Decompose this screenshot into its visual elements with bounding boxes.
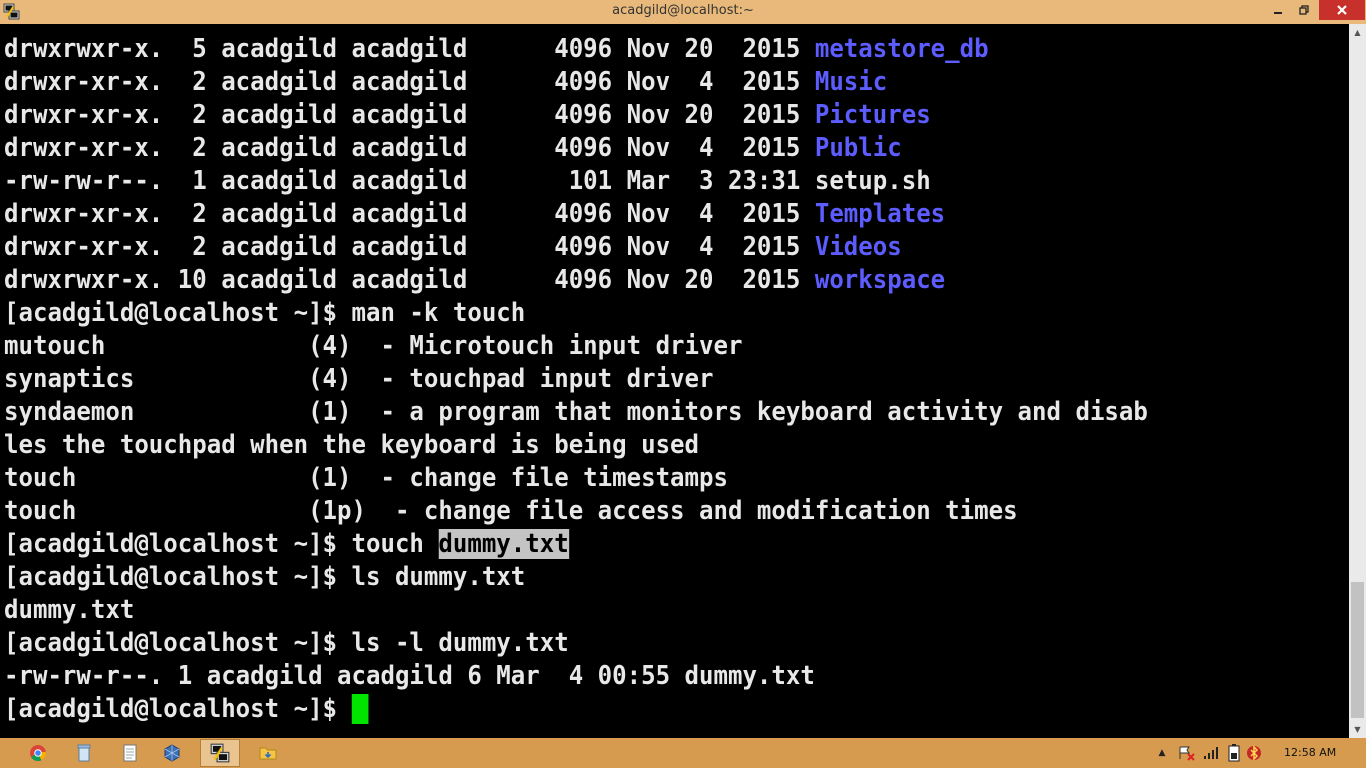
terminal-line: drwxrwxr-x. 5 acadgild acadgild 4096 Nov… xyxy=(4,33,989,66)
title-bar[interactable]: acadgild@localhost:~ xyxy=(0,0,1366,24)
notepad-icon xyxy=(123,744,137,762)
text-cursor[interactable] xyxy=(351,694,369,724)
terminal-line: drwxr-xr-x. 2 acadgild acadgild 4096 Nov… xyxy=(4,99,931,132)
bluetooth-icon[interactable] xyxy=(1246,744,1262,762)
close-icon xyxy=(1337,5,1347,15)
taskbar-putty[interactable] xyxy=(200,739,240,767)
network-signal-icon[interactable] xyxy=(1202,745,1220,761)
terminal-line: [acadgild@localhost ~]$ xyxy=(4,693,369,726)
terminal-line: mutouch (4) - Microtouch input driver xyxy=(4,330,742,363)
terminal-line-text: [acadgild@localhost ~]$ man -k touch xyxy=(4,298,526,328)
terminal-line-text: [acadgild@localhost ~]$ xyxy=(4,694,352,724)
terminal-line-text: touch (1) - change file timestamps xyxy=(4,463,728,493)
terminal-line-text: drwxr-xr-x. 2 acadgild acadgild 4096 Nov… xyxy=(4,232,815,262)
directory-name: Public xyxy=(814,133,902,163)
file-explorer-icon xyxy=(259,747,277,760)
taskbar-recycle-bin[interactable] xyxy=(64,739,104,767)
terminal-line-text: synaptics (4) - touchpad input driver xyxy=(4,364,714,394)
terminal-line: -rw-rw-r--. 1 acadgild acadgild 101 Mar … xyxy=(4,165,931,198)
terminal-line: touch (1p) - change file access and modi… xyxy=(4,495,1018,528)
system-clock[interactable]: 12:58 AM xyxy=(1284,746,1336,759)
terminal-line-text: drwxr-xr-x. 2 acadgild acadgild 4096 Nov… xyxy=(4,67,815,97)
chrome-icon xyxy=(30,745,47,761)
terminal-line-text: [acadgild@localhost ~]$ touch xyxy=(4,529,439,559)
terminal-line: [acadgild@localhost ~]$ touch dummy.txt xyxy=(4,528,569,561)
terminal-line-text: syndaemon (1) - a program that monitors … xyxy=(4,397,1148,427)
directory-name: workspace xyxy=(814,265,946,295)
terminal-line: drwxr-xr-x. 2 acadgild acadgild 4096 Nov… xyxy=(4,198,945,231)
taskbar-chrome[interactable] xyxy=(18,739,58,767)
terminal-line-text: [acadgild@localhost ~]$ ls -l dummy.txt xyxy=(4,628,569,658)
restore-icon xyxy=(1299,5,1309,15)
terminal-line-text: drwxrwxr-x. 5 acadgild acadgild 4096 Nov… xyxy=(4,34,815,64)
terminal-line: dummy.txt xyxy=(4,594,134,627)
directory-name: Templates xyxy=(814,199,946,229)
terminal-line: les the touchpad when the keyboard is be… xyxy=(4,429,699,462)
recycle-bin-icon xyxy=(77,744,91,762)
terminal-line: drwxr-xr-x. 2 acadgild acadgild 4096 Nov… xyxy=(4,231,902,264)
terminal-line: drwxrwxr-x. 10 acadgild acadgild 4096 No… xyxy=(4,264,945,297)
show-hidden-icons-icon[interactable]: ▲ xyxy=(1154,748,1170,758)
scroll-up-icon[interactable]: ▲ xyxy=(1349,24,1366,41)
terminal-line: drwxr-xr-x. 2 acadgild acadgild 4096 Nov… xyxy=(4,132,902,165)
directory-name: metastore_db xyxy=(814,34,989,64)
terminal-line-text: [acadgild@localhost ~]$ ls dummy.txt xyxy=(4,562,526,592)
restore-button[interactable] xyxy=(1291,0,1317,20)
terminal-line-text: -rw-rw-r--. 1 acadgild acadgild 6 Mar 4 … xyxy=(4,661,815,691)
terminal-line-text: drwxrwxr-x. 10 acadgild acadgild 4096 No… xyxy=(4,265,815,295)
terminal-line: syndaemon (1) - a program that monitors … xyxy=(4,396,1148,429)
terminal-line-text: drwxr-xr-x. 2 acadgild acadgild 4096 Nov… xyxy=(4,133,815,163)
action-center-icon[interactable] xyxy=(1178,745,1196,761)
battery-icon[interactable] xyxy=(1228,744,1240,762)
scroll-thumb[interactable] xyxy=(1351,582,1364,718)
terminal-line: synaptics (4) - touchpad input driver xyxy=(4,363,713,396)
terminal-line: -rw-rw-r--. 1 acadgild acadgild 6 Mar 4 … xyxy=(4,660,815,693)
directory-name: Music xyxy=(814,67,888,97)
taskbar-notepad[interactable] xyxy=(110,739,150,767)
terminal-line-text: dummy.txt xyxy=(4,595,135,625)
terminal-line: [acadgild@localhost ~]$ man -k touch xyxy=(4,297,525,330)
terminal-line: [acadgild@localhost ~]$ ls dummy.txt xyxy=(4,561,525,594)
terminal-line-text: drwxr-xr-x. 2 acadgild acadgild 4096 Nov… xyxy=(4,199,815,229)
virtualbox-icon xyxy=(164,744,180,762)
system-tray: ▲ xyxy=(1154,738,1262,768)
vertical-scrollbar[interactable]: ▲ ▼ xyxy=(1349,24,1366,738)
window-title: acadgild@localhost:~ xyxy=(612,3,754,18)
close-button[interactable] xyxy=(1319,0,1365,20)
taskbar-file-explorer[interactable] xyxy=(248,739,288,767)
terminal-line-text: touch (1p) - change file access and modi… xyxy=(4,496,1018,526)
taskbar-virtualbox[interactable] xyxy=(152,739,192,767)
taskbar: ▲ 12:58 AM xyxy=(0,738,1366,768)
terminal-line-text: drwxr-xr-x. 2 acadgild acadgild 4096 Nov… xyxy=(4,100,815,130)
terminal-line-text: -rw-rw-r--. 1 acadgild acadgild 101 Mar … xyxy=(4,166,931,196)
putty-icon xyxy=(210,743,230,763)
directory-name: Pictures xyxy=(814,100,931,130)
selected-text[interactable]: dummy.txt xyxy=(438,529,569,559)
terminal-line-text: mutouch (4) - Microtouch input driver xyxy=(4,331,743,361)
terminal-line: drwxr-xr-x. 2 acadgild acadgild 4096 Nov… xyxy=(4,66,887,99)
minimize-button[interactable] xyxy=(1265,0,1291,20)
minimize-icon xyxy=(1274,12,1282,14)
scroll-down-icon[interactable]: ▼ xyxy=(1349,721,1366,738)
terminal-line: touch (1) - change file timestamps xyxy=(4,462,728,495)
directory-name: Videos xyxy=(814,232,902,262)
terminal-line: [acadgild@localhost ~]$ ls -l dummy.txt xyxy=(4,627,569,660)
terminal-output[interactable]: drwxrwxr-x. 5 acadgild acadgild 4096 Nov… xyxy=(0,24,1349,738)
terminal-line-text: les the touchpad when the keyboard is be… xyxy=(4,430,700,460)
